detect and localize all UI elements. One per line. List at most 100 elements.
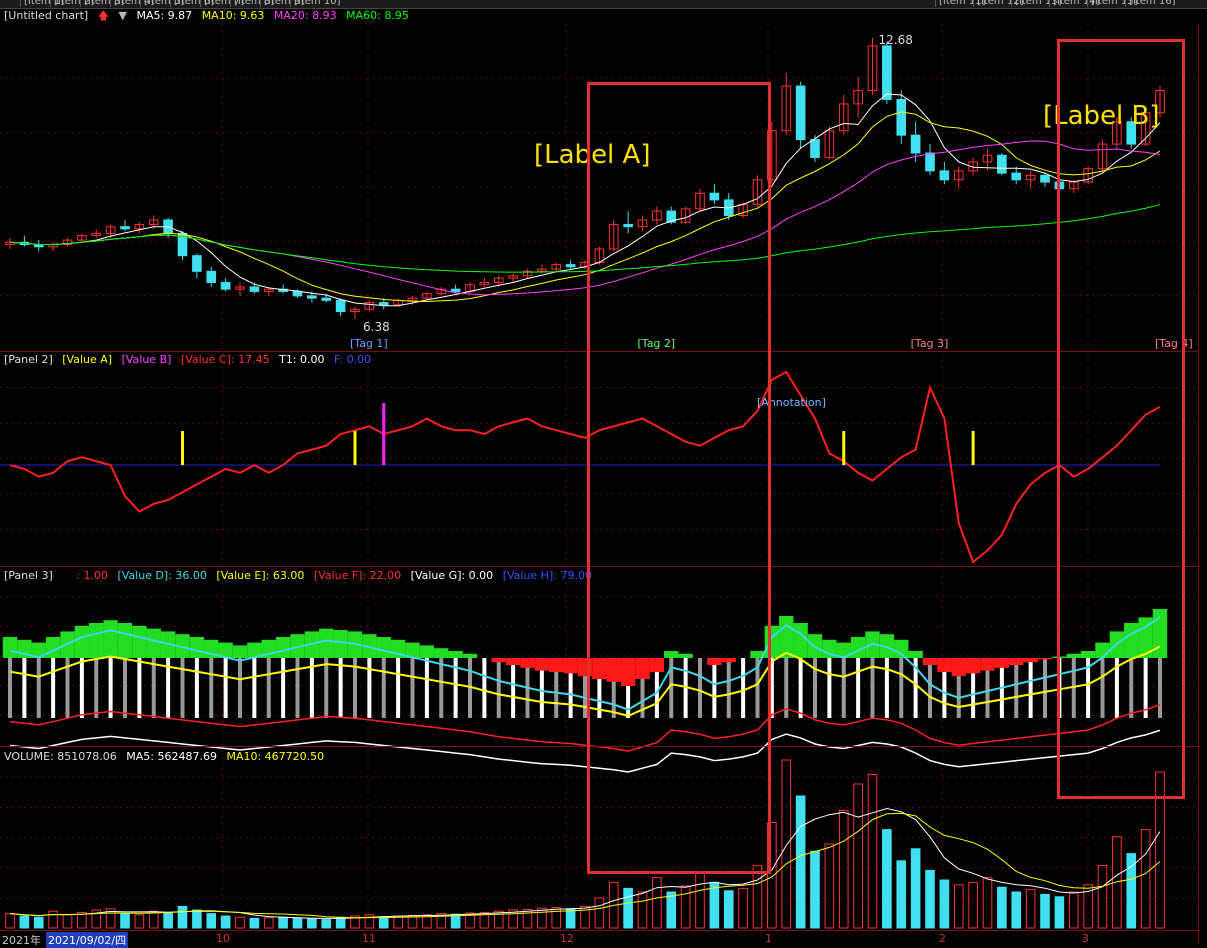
- panel3-column: [410, 658, 415, 718]
- volume-bar: [1011, 891, 1022, 929]
- volume-bar: [709, 881, 720, 929]
- panel3-column: [511, 658, 516, 718]
- volume-bar: [220, 915, 231, 929]
- panel2-name[interactable]: [Panel 2]: [4, 353, 53, 366]
- panel3-column: [424, 658, 429, 718]
- panel3-column: [856, 658, 861, 718]
- volume-bar: [134, 914, 145, 929]
- panel3-red-bar: [980, 658, 995, 671]
- panel3-red-bar: [534, 658, 550, 671]
- event-marker: [Tag 1]: [350, 337, 388, 350]
- panel3-field5: [Value G]: 0.00: [410, 569, 494, 582]
- panel3-column: [194, 658, 199, 718]
- panel3-column: [1014, 658, 1019, 718]
- panel2-field2: [Value B]: [121, 353, 172, 366]
- panel3-column: [22, 658, 27, 718]
- volume-bar: [882, 829, 892, 929]
- candle-body: [206, 270, 217, 283]
- candle-body: [120, 226, 130, 230]
- volume-bar: [680, 885, 691, 929]
- panel2-field1: [Value A]: [62, 353, 113, 366]
- panel3-column: [367, 658, 372, 718]
- panel3-field3: [Value E]: 63.00: [216, 569, 305, 582]
- volume-bar: [1040, 893, 1050, 929]
- volume-bar: [594, 897, 605, 929]
- volume-bar: [1126, 853, 1137, 929]
- volume-bar: [925, 869, 935, 929]
- panel3-green-bar: [189, 637, 205, 658]
- panel3-name[interactable]: [Panel 3]: [4, 569, 53, 582]
- panel2-field4: T1: 0.00: [279, 353, 325, 366]
- panel2-field5: F: 0.00: [334, 353, 372, 366]
- volume-bar: [910, 848, 921, 929]
- panel3-column: [396, 658, 401, 718]
- volume-bar: [120, 913, 130, 929]
- volume-bar: [953, 884, 964, 929]
- panel3-green-bar: [275, 637, 291, 658]
- volume-bar: [810, 850, 820, 929]
- candle-body: [249, 286, 260, 292]
- candle-body: [997, 154, 1007, 174]
- panel3-column: [223, 658, 228, 718]
- panel3-field1: : 1.00: [76, 569, 108, 582]
- volume-bar: [853, 783, 863, 929]
- candle-body: [220, 281, 231, 290]
- x-label-dec: 12: [560, 932, 574, 945]
- panel3-red-bar: [549, 658, 564, 672]
- volume-bar: [738, 887, 748, 929]
- panel3-column: [1028, 658, 1033, 718]
- volume-bar: [695, 872, 705, 929]
- x-label-jan: 1: [765, 932, 772, 945]
- panel3-column: [94, 658, 99, 718]
- panel3-green-bar: [894, 639, 909, 658]
- panel3-red-bar: [491, 658, 506, 663]
- panel3-green-bar: [419, 645, 435, 658]
- volume-bar: [1068, 891, 1079, 929]
- candle-body: [307, 295, 317, 299]
- volume-bar: [1140, 829, 1151, 929]
- panel3-column: [899, 658, 904, 718]
- panel3-column: [36, 658, 41, 718]
- highlight-box-right: [1057, 39, 1185, 799]
- volume-panel-header: VOLUME: 851078.06 MA5: 562487.69 MA10: 4…: [4, 750, 330, 764]
- x-axis: 2021年 2021/09/02/四 10 11 12 1 2 3: [0, 930, 1198, 948]
- panel3-green-bar: [232, 645, 248, 658]
- panel3-column: [266, 658, 271, 718]
- panel3-column: [827, 658, 832, 718]
- right-price-scale: [1198, 24, 1207, 943]
- panel3-column: [295, 658, 300, 718]
- panel3-column: [51, 658, 56, 718]
- panel3-red-bar: [965, 658, 981, 674]
- x-label-year: 2021年: [2, 934, 41, 947]
- panel3-column: [324, 658, 329, 718]
- volume-ma5: MA5: 562487.69: [126, 750, 217, 763]
- volume-bar: [192, 909, 202, 929]
- panel3-green-bar: [434, 648, 449, 658]
- volume-bar: [163, 911, 173, 929]
- panel3-column: [496, 658, 501, 718]
- x-label-nov: 11: [362, 932, 376, 945]
- panel3-red-bar: [1037, 658, 1053, 660]
- volume-bar: [781, 759, 792, 929]
- panel3-column: [238, 658, 242, 718]
- ma5-line: [9, 93, 1161, 307]
- candle-body: [321, 297, 332, 301]
- candle-body: [795, 85, 806, 141]
- panel3-column: [151, 658, 156, 718]
- volume-bar: [752, 865, 763, 929]
- x-label-mar: 3: [1082, 932, 1089, 945]
- panel3-column: [281, 658, 286, 718]
- panel3-red-bar: [922, 658, 938, 665]
- panel3-red-bar: [994, 658, 1010, 668]
- panel3-red-bar: [505, 658, 521, 665]
- panel3-green-bar: [448, 651, 463, 658]
- volume-bar: [1054, 896, 1065, 929]
- panel3-green-bar: [908, 651, 923, 658]
- volume-bar: [378, 916, 389, 929]
- panel3-red-bar: [520, 658, 535, 668]
- panel3-green-bar: [333, 630, 348, 658]
- volume-bar: [263, 917, 274, 929]
- volume-bar: [321, 919, 332, 929]
- volume-bar: [968, 881, 978, 929]
- volume-bar: [795, 795, 806, 929]
